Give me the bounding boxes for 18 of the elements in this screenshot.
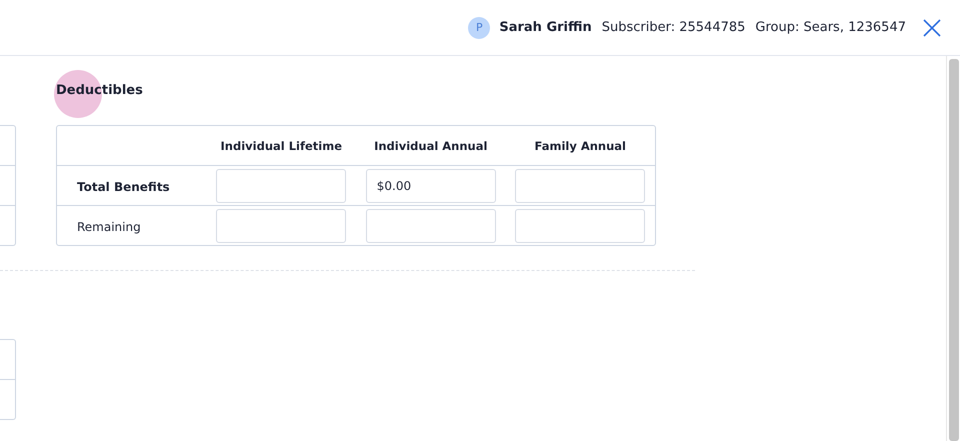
row-label: Total Benefits	[77, 180, 170, 194]
amount-field[interactable]	[366, 208, 496, 242]
row-label: Remaining	[77, 220, 141, 234]
amount-field[interactable]: $0.00	[366, 168, 496, 202]
subscriber-id: Subscriber: 25544785	[602, 20, 746, 35]
group-info: Group: Sears, 1236547	[755, 20, 906, 35]
amount-field[interactable]	[216, 208, 346, 242]
avatar: P	[468, 16, 490, 38]
amount-field[interactable]	[216, 168, 346, 202]
column-header: Individual Annual	[374, 138, 488, 152]
column-header: Family Annual	[534, 138, 626, 152]
section-title: Deductibles	[56, 83, 143, 98]
close-icon[interactable]	[922, 18, 942, 38]
amount-field[interactable]	[515, 208, 646, 242]
amount-field[interactable]	[515, 168, 646, 202]
scrollbar[interactable]	[946, 56, 960, 441]
member-name: Sarah Griffin	[499, 20, 592, 35]
column-header: Individual Lifetime	[220, 138, 342, 152]
